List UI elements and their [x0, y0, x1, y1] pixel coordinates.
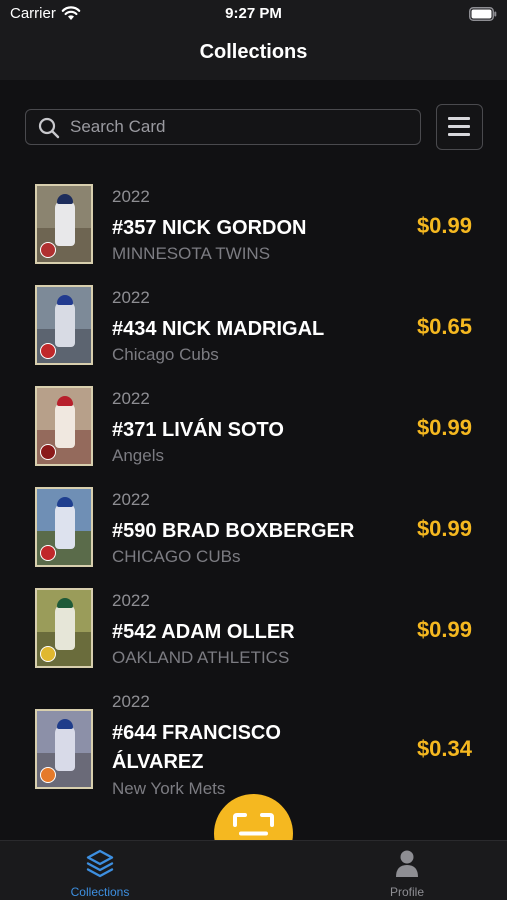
card-team: Chicago Cubs	[112, 345, 219, 364]
card-price: $0.99	[416, 415, 472, 440]
card-price: $0.99	[416, 617, 472, 642]
card-price: $0.34	[416, 736, 472, 761]
card-name: #644 FRANCISCO ÁLVAREZ	[112, 722, 281, 773]
card-thumbnail	[35, 386, 93, 466]
card-year: 2022	[112, 591, 150, 610]
search-box[interactable]	[25, 109, 421, 145]
card-price: $0.99	[416, 213, 472, 238]
tab-profile-label: Profile	[389, 885, 424, 899]
card-row[interactable]: 2022 #590 BRAD BOXBERGER CHICAGO CUBs $0…	[0, 479, 507, 580]
card-name: #542 ADAM OLLER	[112, 621, 295, 643]
tab-collections-label: Collections	[70, 885, 130, 899]
card-row[interactable]: 2022 #434 NICK MADRIGAL Chicago Cubs $0.…	[0, 277, 507, 378]
card-year: 2022	[112, 692, 150, 711]
card-year: 2022	[112, 389, 150, 408]
search-icon	[38, 117, 60, 144]
card-thumbnail	[35, 588, 93, 668]
stack-layers-icon	[85, 848, 115, 885]
status-bar: Carrier 9:27 PM	[0, 0, 507, 28]
person-icon	[392, 848, 422, 885]
card-row[interactable]: 2022 #644 FRANCISCO ÁLVAREZ New York Met…	[0, 681, 507, 798]
card-thumbnail	[35, 709, 93, 789]
card-name: #590 BRAD BOXBERGER	[112, 520, 355, 542]
card-name: #434 NICK MADRIGAL	[112, 318, 325, 340]
card-name: #357 NICK GORDON	[112, 217, 307, 239]
card-team: MINNESOTA TWINS	[112, 244, 271, 263]
search-input[interactable]	[70, 110, 410, 143]
card-team: CHICAGO CUBs	[112, 547, 241, 566]
card-year: 2022	[112, 187, 150, 206]
page-title: Collections	[199, 41, 308, 63]
card-row[interactable]: 2022 #371 LIVÁN SOTO Angels $0.99	[0, 378, 507, 479]
card-thumbnail	[35, 285, 93, 365]
battery-icon	[469, 7, 497, 26]
card-name: #371 LIVÁN SOTO	[112, 419, 284, 441]
tab-bar: Collections Profile	[0, 840, 507, 900]
card-row[interactable]: 2022 #357 NICK GORDON MINNESOTA TWINS $0…	[0, 176, 507, 277]
card-thumbnail	[35, 487, 93, 567]
card-team: New York Mets	[112, 779, 226, 798]
status-time: 9:27 PM	[225, 5, 282, 22]
menu-button[interactable]	[436, 104, 483, 150]
tab-profile[interactable]: Profile	[347, 841, 467, 900]
card-row[interactable]: 2022 #542 ADAM OLLER OAKLAND ATHLETICS $…	[0, 580, 507, 681]
card-team: Angels	[112, 446, 164, 465]
navigation-bar: Collections	[0, 28, 507, 80]
card-thumbnail	[35, 184, 93, 264]
card-team: OAKLAND ATHLETICS	[112, 648, 290, 667]
card-year: 2022	[112, 490, 150, 509]
card-price: $0.99	[416, 516, 472, 541]
tab-collections[interactable]: Collections	[40, 841, 160, 900]
card-year: 2022	[112, 288, 150, 307]
card-price: $0.65	[416, 314, 472, 339]
